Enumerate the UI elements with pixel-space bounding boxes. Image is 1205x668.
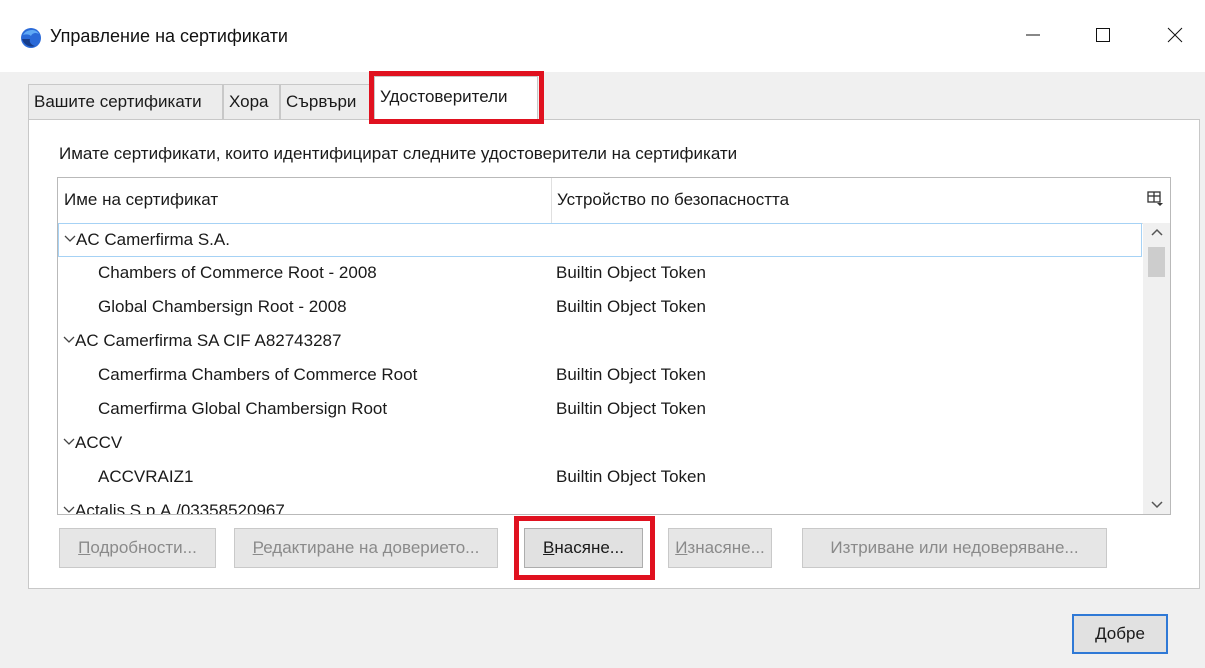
- import-mnemonic: В: [543, 538, 555, 557]
- group-name: AC Camerfirma S.A.: [76, 230, 230, 249]
- tree-group-row[interactable]: AC Camerfirma S.A.: [58, 223, 1142, 257]
- tab-people[interactable]: Хора: [223, 84, 280, 120]
- certificate-tree[interactable]: Име на сертификат Устройство по безопасн…: [57, 177, 1171, 515]
- vertical-scrollbar[interactable]: [1143, 223, 1170, 514]
- export-label: знасяне...: [687, 538, 765, 557]
- edit-trust-button[interactable]: Редактиране на доверието...: [234, 528, 498, 568]
- authorities-panel: Имате сертификати, които идентифицират с…: [28, 119, 1200, 589]
- column-separator[interactable]: [551, 178, 552, 223]
- certificate-name: Camerfirma Global Chambersign Root: [98, 399, 388, 418]
- minimize-icon: [1026, 34, 1040, 36]
- minimize-button[interactable]: [1008, 12, 1058, 58]
- group-name: AC Camerfirma SA CIF A82743287: [75, 331, 342, 350]
- tab-authorities[interactable]: Удостоверители: [374, 76, 538, 121]
- security-device: Builtin Object Token: [556, 399, 706, 418]
- column-header-name[interactable]: Име на сертификат: [64, 190, 218, 210]
- chevron-down-icon[interactable]: [63, 232, 77, 246]
- group-name: ACCV: [75, 433, 123, 452]
- firefox-icon: [21, 28, 41, 48]
- edit-mnemonic: Р: [252, 538, 264, 557]
- import-button[interactable]: Внасяне...: [524, 528, 643, 568]
- import-label: насяне...: [554, 538, 624, 557]
- chevron-down-icon[interactable]: [62, 333, 76, 347]
- title-bar: Управление на сертификати: [0, 0, 1205, 72]
- view-label: одробности...: [90, 538, 197, 557]
- tree-cert-row[interactable]: Camerfirma Global Chambersign Root Built…: [58, 393, 1142, 427]
- tree-group-row[interactable]: ACCV: [58, 427, 1142, 461]
- chevron-down-icon[interactable]: [62, 435, 76, 449]
- maximize-icon: [1096, 28, 1110, 42]
- export-mnemonic: И: [675, 538, 688, 557]
- security-device: Builtin Object Token: [556, 297, 706, 316]
- tree-cert-row[interactable]: ACCVRAIZ1 Builtin Object Token: [58, 461, 1142, 495]
- ok-button[interactable]: Добре: [1072, 614, 1168, 654]
- tree-cert-row[interactable]: Camerfirma Chambers of Commerce Root Bui…: [58, 359, 1142, 393]
- view-mnemonic: П: [78, 538, 91, 557]
- scroll-thumb[interactable]: [1148, 247, 1165, 277]
- tree-group-row[interactable]: Actalis S.p.A./03358520967: [58, 495, 1142, 515]
- chevron-up-icon: [1150, 228, 1163, 236]
- security-device: Builtin Object Token: [556, 467, 706, 486]
- close-icon: [1167, 27, 1183, 43]
- chevron-down-icon: [1150, 501, 1163, 509]
- security-device: Builtin Object Token: [556, 365, 706, 384]
- chevron-down-icon[interactable]: [62, 503, 76, 515]
- certificate-name: Global Chambersign Root - 2008: [98, 297, 347, 316]
- tree-rows: AC Camerfirma S.A. Chambers of Commerce …: [58, 223, 1142, 515]
- close-button[interactable]: [1150, 12, 1200, 58]
- intro-text: Имате сертификати, които идентифицират с…: [59, 144, 738, 163]
- window-title: Управление на сертификати: [50, 26, 288, 46]
- edit-label: едактиране на доверието...: [263, 538, 480, 557]
- certificate-name: Camerfirma Chambers of Commerce Root: [98, 365, 418, 384]
- export-button[interactable]: Изнасяне...: [668, 528, 772, 568]
- tree-group-row[interactable]: AC Camerfirma SA CIF A82743287: [58, 325, 1142, 359]
- tab-your-certificates[interactable]: Вашите сертификати: [28, 84, 223, 120]
- tree-cert-row[interactable]: Chambers of Commerce Root - 2008 Builtin…: [58, 257, 1142, 291]
- column-header-device[interactable]: Устройство по безопасността: [557, 190, 789, 210]
- maximize-button[interactable]: [1078, 12, 1128, 58]
- delete-distrust-button[interactable]: Изтриване или недоверяване...: [802, 528, 1107, 568]
- scroll-down-button[interactable]: [1143, 494, 1170, 514]
- certificate-name: ACCVRAIZ1: [98, 467, 194, 486]
- group-name: Actalis S.p.A./03358520967: [75, 501, 285, 515]
- tree-cert-row[interactable]: Global Chambersign Root - 2008 Builtin O…: [58, 291, 1142, 325]
- security-device: Builtin Object Token: [556, 263, 706, 282]
- view-button[interactable]: Подробности...: [59, 528, 216, 568]
- certificate-name: Chambers of Commerce Root - 2008: [98, 263, 377, 282]
- scroll-up-button[interactable]: [1143, 223, 1170, 243]
- column-picker-icon[interactable]: [1146, 190, 1164, 208]
- tree-header: Име на сертификат Устройство по безопасн…: [58, 178, 1170, 224]
- tab-servers[interactable]: Сървъри: [280, 84, 374, 120]
